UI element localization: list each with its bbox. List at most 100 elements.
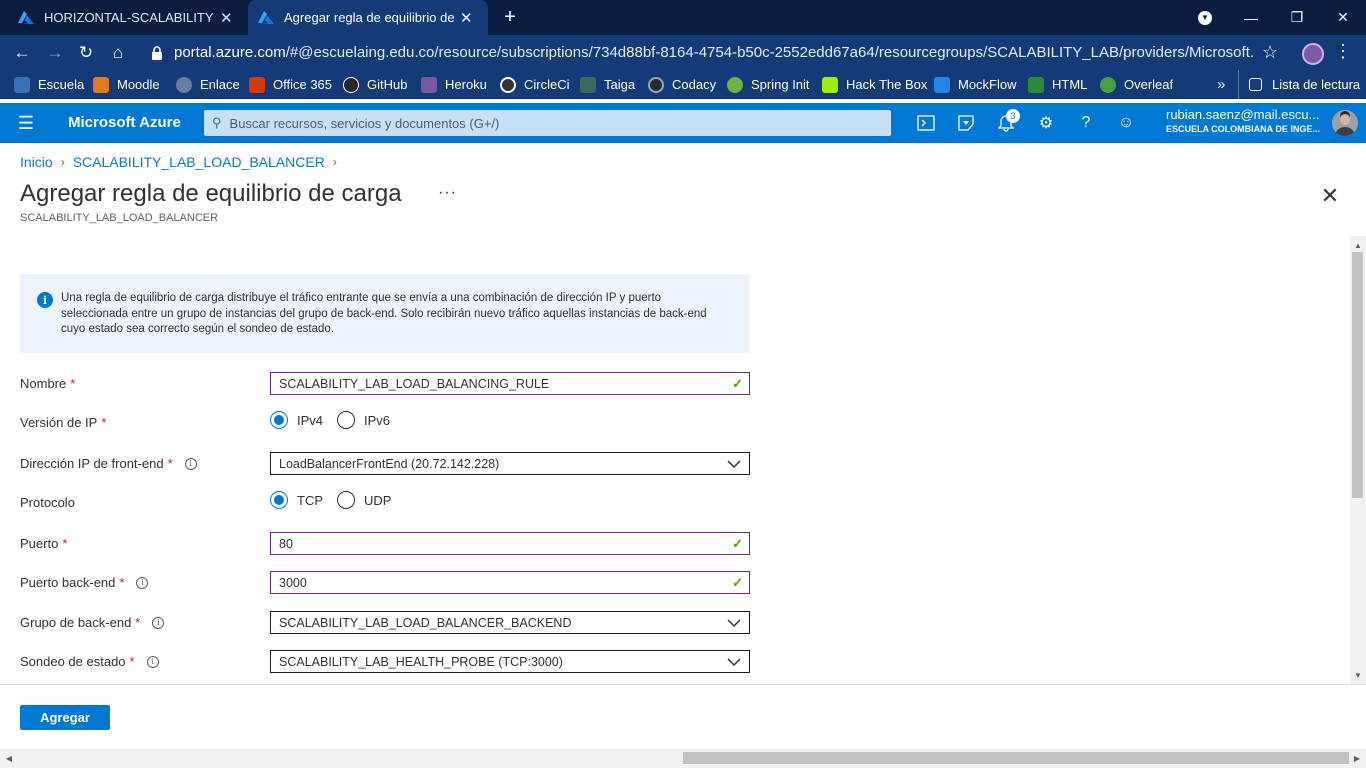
reading-list[interactable]: Lista de lectura <box>1238 70 1360 99</box>
bookmarks-bar: Escuela Moodle Enlace Office 365 GitHub … <box>0 70 1366 99</box>
url-field[interactable]: portal.azure.com/#@escuelaing.edu.co/res… <box>174 35 1254 70</box>
bookmark-taiga[interactable]: Taiga <box>580 70 635 99</box>
bookmark-hack-the-box[interactable]: Hack The Box <box>822 70 927 99</box>
horizontal-scrollbar[interactable]: ◀ ▶ <box>0 749 1366 768</box>
hackthebox-icon <box>822 76 838 93</box>
scroll-left-icon[interactable]: ◀ <box>2 751 16 765</box>
bookmark-circleci[interactable]: CircleCi <box>500 70 570 99</box>
radio-ipv4[interactable] <box>270 411 288 429</box>
bookmark-github[interactable]: GitHub <box>343 70 407 99</box>
window-close-icon[interactable]: ✕ <box>1320 0 1366 35</box>
more-options-icon[interactable]: ··· <box>438 184 457 202</box>
required-marker: * <box>101 415 107 430</box>
scroll-down-icon[interactable]: ▼ <box>1350 668 1366 682</box>
radio-tcp-label[interactable]: TCP <box>297 493 323 508</box>
port-label: Puerto * <box>20 536 67 551</box>
add-button[interactable]: Agregar <box>20 705 110 730</box>
bookmark-label: Escuela <box>38 77 85 92</box>
codacy-icon <box>648 76 664 93</box>
browser-menu-icon[interactable]: ⋮ <box>1334 41 1352 62</box>
bookmark-office-365[interactable]: Office 365 <box>249 70 332 99</box>
breadcrumb-home[interactable]: Inicio <box>20 154 53 170</box>
name-field[interactable]: SCALABILITY_LAB_LOAD_BALANCING_RULE ✓ <box>270 372 750 395</box>
cloud-shell-icon[interactable] <box>914 111 938 135</box>
health-probe-select[interactable]: SCALABILITY_LAB_HEALTH_PROBE (TCP:3000) <box>270 650 750 673</box>
reading-list-label: Lista de lectura <box>1272 77 1361 92</box>
port-field[interactable]: 80 ✓ <box>270 532 750 555</box>
reload-icon[interactable]: ↻ <box>71 35 101 70</box>
port-value: 80 <box>279 536 293 551</box>
bookmark-spring-init[interactable]: Spring Init <box>727 70 810 99</box>
radio-ipv4-label[interactable]: IPv4 <box>297 413 323 428</box>
backend-pool-select[interactable]: SCALABILITY_LAB_LOAD_BALANCER_BACKEND <box>270 611 750 634</box>
info-hint-icon[interactable]: i <box>152 616 165 629</box>
tab-title: Agregar regla de equilibrio de ca <box>284 10 454 25</box>
bookmark-mockflow[interactable]: MockFlow <box>934 70 1017 99</box>
health-probe-label-text: Sondeo de estado <box>20 654 126 669</box>
bookmark-label: Taiga <box>604 77 636 92</box>
backend-port-field[interactable]: 3000 ✓ <box>270 571 750 594</box>
required-marker: * <box>70 376 76 391</box>
bookmark-moodle[interactable]: Moodle <box>93 70 160 99</box>
forward-arrow-icon[interactable]: → <box>40 35 70 70</box>
info-hint-icon[interactable]: i <box>136 576 149 589</box>
breadcrumb-load-balancer[interactable]: SCALABILITY_LAB_LOAD_BALANCER <box>73 154 325 170</box>
profile-menu-icon[interactable]: ▼ <box>1182 0 1228 35</box>
bookmark-html[interactable]: HTML <box>1028 70 1087 99</box>
directory-filter-icon[interactable] <box>954 111 978 135</box>
close-blade-icon[interactable]: ✕ <box>1318 183 1342 208</box>
backend-port-label-text: Puerto back-end <box>20 575 116 590</box>
user-avatar[interactable] <box>1332 110 1358 136</box>
browser-tab-agregar-regla[interactable]: Agregar regla de equilibrio de ca ✕ <box>248 0 488 35</box>
bookmark-overleaf[interactable]: Overleaf <box>1100 70 1173 99</box>
frontend-ip-select[interactable]: LoadBalancerFrontEnd (20.72.142.228) <box>270 452 750 475</box>
close-tab-icon[interactable]: ✕ <box>460 9 473 27</box>
vertical-scrollbar[interactable]: ▲ ▼ <box>1350 236 1366 684</box>
valid-check-icon: ✓ <box>732 535 743 551</box>
scrollbar-thumb[interactable] <box>1352 252 1363 498</box>
scrollbar-thumb[interactable] <box>683 752 1349 764</box>
restore-icon[interactable]: ❐ <box>1274 0 1320 35</box>
info-hint-icon[interactable]: i <box>146 655 159 668</box>
ip-version-label: Versión de IP * <box>20 415 106 430</box>
required-marker: * <box>167 456 173 471</box>
bookmark-escuela[interactable]: Escuela <box>14 70 84 99</box>
bookmark-star-icon[interactable]: ☆ <box>1262 42 1278 63</box>
hamburger-menu-icon[interactable]: ☰ <box>14 111 38 135</box>
name-label: Nombre * <box>20 376 75 391</box>
bookmark-codacy[interactable]: Codacy <box>648 70 716 99</box>
browser-profile-avatar[interactable] <box>1302 43 1324 65</box>
bookmark-enlace[interactable]: Enlace <box>176 70 240 99</box>
escuela-icon <box>14 76 30 93</box>
radio-udp-label[interactable]: UDP <box>364 493 391 508</box>
radio-tcp[interactable] <box>270 491 288 509</box>
info-hint-icon[interactable]: i <box>184 457 197 470</box>
notification-count-badge: 3 <box>1006 109 1020 123</box>
azure-brand[interactable]: Microsoft Azure <box>68 103 181 143</box>
backend-pool-label: Grupo de back-end * i <box>20 615 165 630</box>
scroll-up-icon[interactable]: ▲ <box>1350 238 1366 252</box>
reading-list-icon <box>1249 78 1262 91</box>
global-search[interactable]: ⚲ <box>204 110 891 136</box>
port-label-text: Puerto <box>20 536 59 551</box>
radio-ipv6[interactable] <box>337 411 356 429</box>
new-tab-button[interactable]: + <box>496 0 524 35</box>
home-icon[interactable]: ⌂ <box>103 35 133 70</box>
search-input[interactable] <box>227 114 868 132</box>
settings-gear-icon[interactable]: ⚙ <box>1034 111 1058 135</box>
frontend-ip-value: LoadBalancerFrontEnd (20.72.142.228) <box>279 456 500 471</box>
account-info[interactable]: rubian.saenz@mail.escu... ESCUELA COLOMB… <box>1166 107 1320 134</box>
scroll-right-icon[interactable]: ▶ <box>1350 751 1364 765</box>
browser-tab-horizontal-scalability[interactable]: HORIZONTAL-SCALABILITY - Mic ✕ <box>8 0 248 35</box>
feedback-smiley-icon[interactable]: ☺ <box>1114 111 1138 135</box>
bookmark-heroku[interactable]: Heroku <box>421 70 487 99</box>
minimize-icon[interactable]: — <box>1228 0 1274 35</box>
lock-icon[interactable] <box>150 45 164 61</box>
close-tab-icon[interactable]: ✕ <box>220 9 233 27</box>
back-arrow-icon[interactable]: ← <box>7 35 37 70</box>
radio-ipv6-label[interactable]: IPv6 <box>364 413 390 428</box>
backend-pool-label-text: Grupo de back-end <box>20 615 132 630</box>
radio-udp[interactable] <box>337 491 355 509</box>
more-bookmarks-icon[interactable]: » <box>1217 70 1225 99</box>
help-icon[interactable]: ? <box>1074 111 1098 135</box>
